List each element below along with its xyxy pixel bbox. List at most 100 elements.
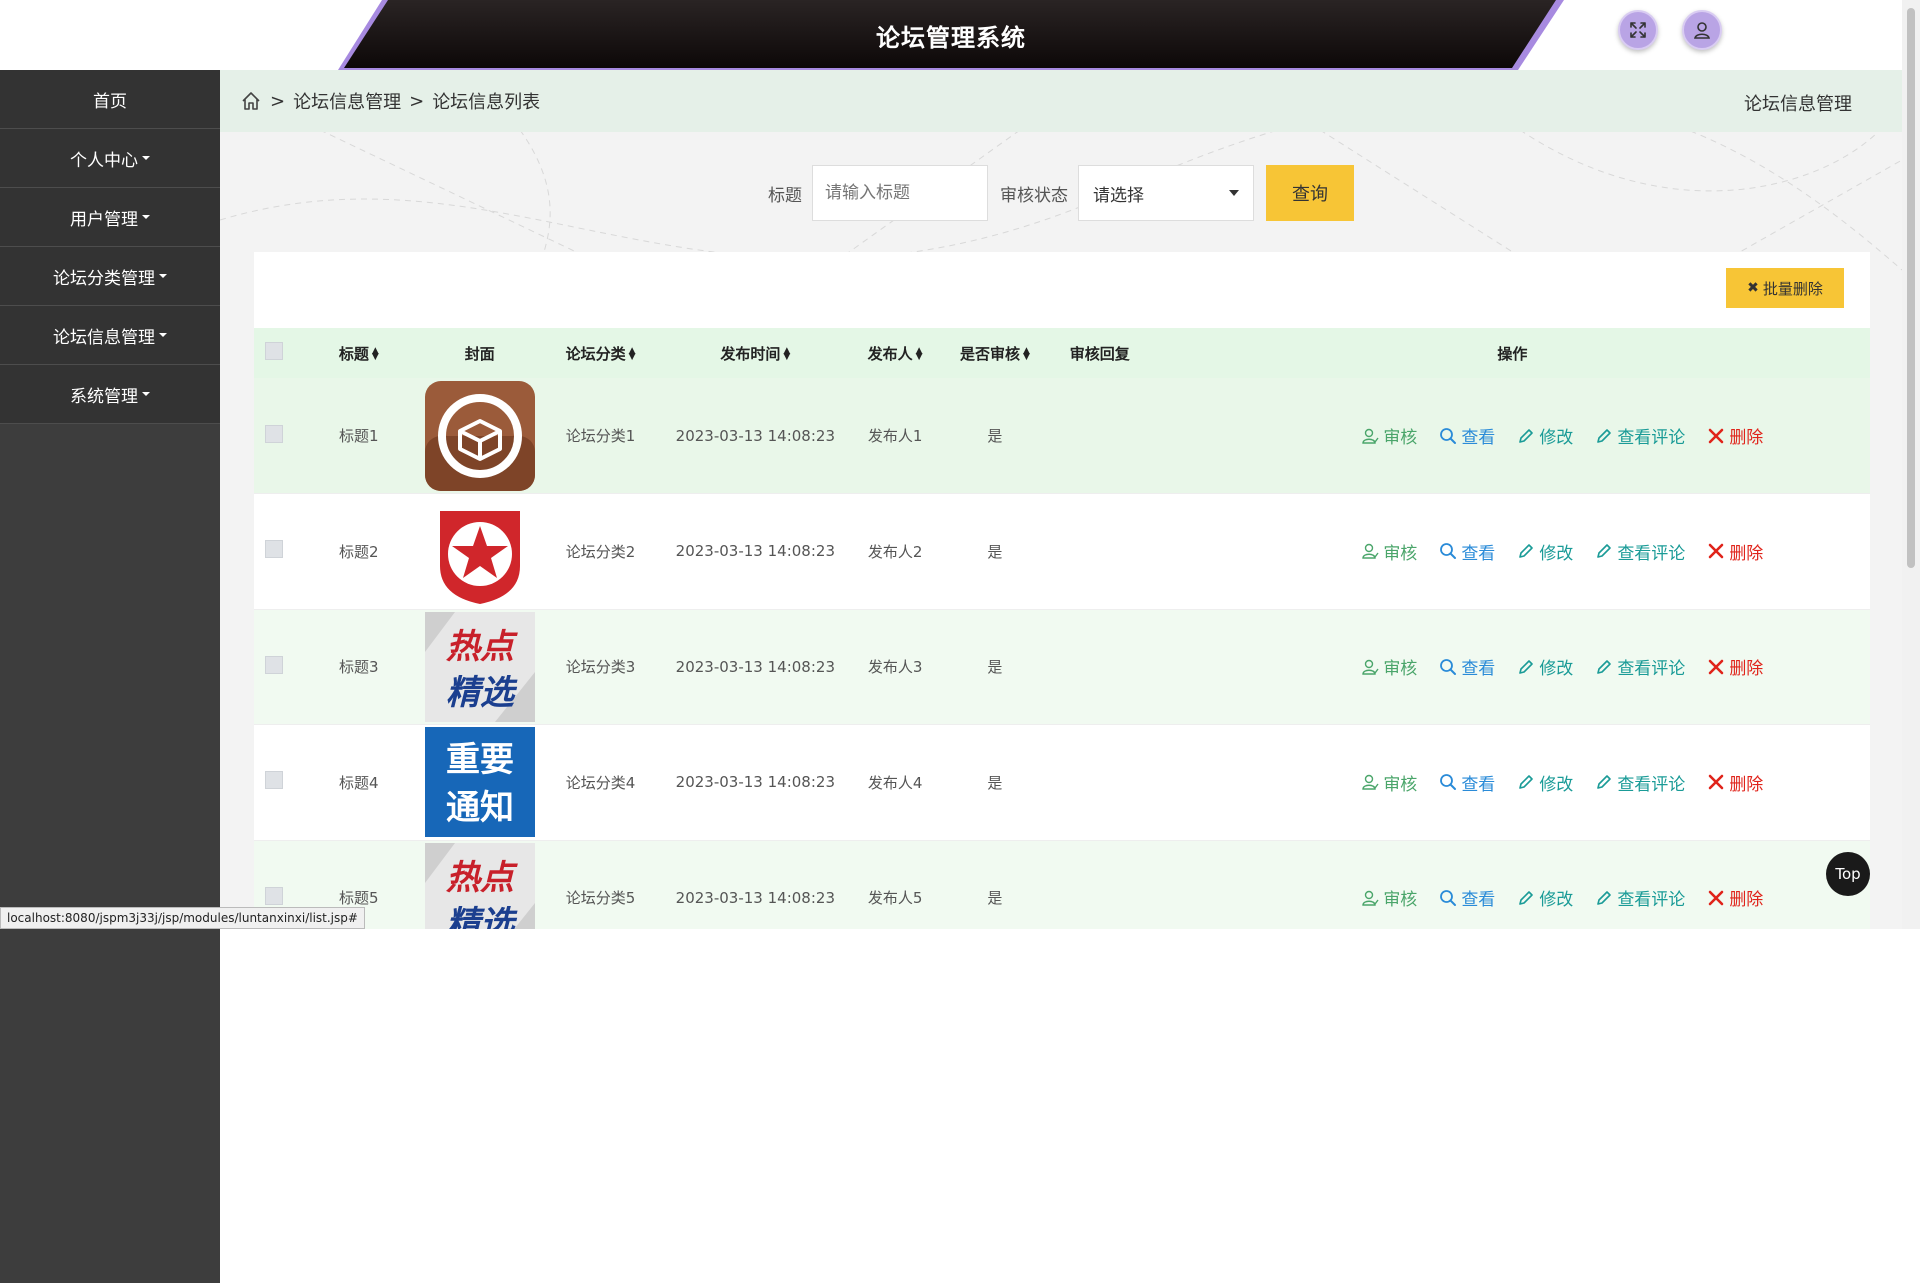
cell-reply <box>1045 378 1155 494</box>
page-scrollbar[interactable] <box>1902 0 1920 929</box>
view-label: 查看 <box>1461 428 1496 448</box>
cell-author: 发布人3 <box>867 658 923 677</box>
sort-icon: ▲ ▼ <box>628 346 636 362</box>
cell-reply <box>1045 725 1155 841</box>
cover-text-line2: 精选 <box>446 904 518 929</box>
close-icon: ✖ <box>1747 280 1759 296</box>
close-icon <box>1709 890 1724 906</box>
main-content: > 论坛信息管理 > 论坛信息列表 论坛信息管理 标题 审核状态 请选择 查询 … <box>220 70 1902 929</box>
delete-button[interactable]: 删除 <box>1707 654 1763 679</box>
sidebar-item-home[interactable]: 首页 <box>0 70 220 129</box>
forum-table: 标题 ▲ ▼ 封面 论坛分类 ▲ ▼ 发布时间 ▲ ▼ 发布人 ▲ ▼ 是否审核 ▲ ▼ 审核回复 … <box>254 328 1870 929</box>
col-author[interactable]: 发布人 ▲ ▼ <box>845 328 946 378</box>
sidebar-item-category-management[interactable]: 论坛分类管理 <box>0 247 220 306</box>
view-comments-button[interactable]: 查看评论 <box>1595 770 1685 795</box>
audit-label: 审核 <box>1383 890 1418 911</box>
col-ops: 操作 <box>1154 328 1870 378</box>
pencil-icon <box>1597 775 1612 790</box>
batch-delete-label: 批量删除 <box>1762 279 1823 298</box>
row-checkbox[interactable] <box>264 540 283 559</box>
audit-button[interactable]: 审核 <box>1361 539 1417 564</box>
col-ops-label: 操作 <box>1497 344 1528 363</box>
row-checkbox[interactable] <box>264 424 283 443</box>
scroll-thumb[interactable] <box>1907 8 1915 568</box>
view-comments-button[interactable]: 查看评论 <box>1595 539 1685 564</box>
breadcrumb-level1[interactable]: 论坛信息管理 <box>293 88 401 114</box>
delete-button[interactable]: 删除 <box>1707 770 1763 795</box>
breadcrumb-separator: > <box>409 90 425 112</box>
cover-text-line1: 热点 <box>446 858 518 898</box>
col-time[interactable]: 发布时间 ▲ ▼ <box>665 328 846 378</box>
chevron-down-icon <box>1229 190 1239 196</box>
search-icon <box>1440 889 1457 906</box>
view-button[interactable]: 查看 <box>1439 885 1495 910</box>
col-author-label: 发布人 <box>867 344 913 363</box>
audit-status-select[interactable]: 请选择 <box>1078 165 1254 221</box>
sidebar-item-forum-info-management[interactable]: 论坛信息管理 <box>0 306 220 365</box>
edit-button[interactable]: 修改 <box>1517 770 1573 795</box>
edit-button[interactable]: 修改 <box>1517 885 1573 910</box>
edit-button[interactable]: 修改 <box>1517 539 1573 564</box>
row-checkbox[interactable] <box>264 655 283 674</box>
view-button[interactable]: 查看 <box>1439 770 1495 795</box>
row-select-cell <box>254 494 294 610</box>
cell-cover <box>424 378 536 494</box>
view-button[interactable]: 查看 <box>1439 654 1495 679</box>
view-comments-button[interactable]: 查看评论 <box>1595 654 1685 679</box>
pencil-icon <box>1519 428 1534 443</box>
view-button[interactable]: 查看 <box>1439 423 1495 448</box>
select-all-checkbox[interactable] <box>264 342 283 360</box>
audit-button[interactable]: 审核 <box>1361 770 1417 795</box>
cell-ops: 审核 查看 修改 查看评论 删除 <box>1155 609 1870 725</box>
audit-button[interactable]: 审核 <box>1361 654 1417 679</box>
audit-button[interactable]: 审核 <box>1361 423 1417 448</box>
caret-down-icon <box>142 156 150 160</box>
cover-text-line1: 重要 <box>446 740 514 780</box>
row-checkbox[interactable] <box>264 771 283 790</box>
query-button[interactable]: 查询 <box>1266 165 1354 221</box>
view-comments-label: 查看评论 <box>1617 890 1686 911</box>
delete-label: 删除 <box>1729 890 1764 911</box>
view-comments-label: 查看评论 <box>1617 428 1686 448</box>
user-menu-button[interactable] <box>1682 10 1722 50</box>
caret-down-icon <box>142 215 150 219</box>
edit-button[interactable]: 修改 <box>1517 654 1573 679</box>
view-button[interactable]: 查看 <box>1439 539 1495 564</box>
delete-button[interactable]: 删除 <box>1707 885 1763 910</box>
audit-label: 审核 <box>1383 543 1418 564</box>
sidebar-item-personal-center[interactable]: 个人中心 <box>0 129 220 188</box>
col-audited[interactable]: 是否审核 ▲ ▼ <box>945 328 1045 378</box>
delete-button[interactable]: 删除 <box>1707 539 1763 564</box>
browser-status-bar: localhost:8080/jspm3j33j/jsp/modules/lun… <box>0 907 365 929</box>
cell-author: 发布人4 <box>867 773 923 792</box>
fullscreen-button[interactable] <box>1618 10 1658 50</box>
breadcrumb: > 论坛信息管理 > 论坛信息列表 论坛信息管理 <box>220 70 1902 132</box>
col-title[interactable]: 标题 ▲ ▼ <box>293 328 424 378</box>
view-comments-button[interactable]: 查看评论 <box>1595 423 1685 448</box>
audit-button[interactable]: 审核 <box>1361 885 1417 910</box>
row-checkbox[interactable] <box>264 886 283 905</box>
cell-reply <box>1045 840 1155 929</box>
search-icon <box>1440 543 1457 560</box>
audit-label: 审核 <box>1383 659 1418 680</box>
sidebar-item-user-management[interactable]: 用户管理 <box>0 188 220 247</box>
sidebar-item-system-management[interactable]: 系统管理 <box>0 365 220 424</box>
cell-audited: 是 <box>987 773 1003 792</box>
search-icon <box>1440 774 1457 791</box>
batch-delete-button[interactable]: ✖ 批量删除 <box>1726 268 1844 308</box>
edit-button[interactable]: 修改 <box>1517 423 1573 448</box>
user-icon <box>1694 22 1710 39</box>
col-category[interactable]: 论坛分类 ▲ ▼ <box>535 328 666 378</box>
cell-ops: 审核 查看 修改 查看评论 删除 <box>1155 378 1870 494</box>
delete-button[interactable]: 删除 <box>1707 423 1763 448</box>
view-comments-button[interactable]: 查看评论 <box>1595 885 1685 910</box>
title-search-input[interactable] <box>812 165 988 221</box>
cell-time: 2023-03-13 14:08:23 <box>675 888 835 907</box>
back-to-top-button[interactable]: Top <box>1826 852 1870 896</box>
sort-icon: ▲ ▼ <box>371 346 379 362</box>
search-icon <box>1440 427 1457 444</box>
cell-category: 论坛分类5 <box>565 889 636 908</box>
cell-category: 论坛分类2 <box>565 542 636 561</box>
home-icon[interactable] <box>240 90 262 112</box>
user-check-icon <box>1362 659 1379 675</box>
